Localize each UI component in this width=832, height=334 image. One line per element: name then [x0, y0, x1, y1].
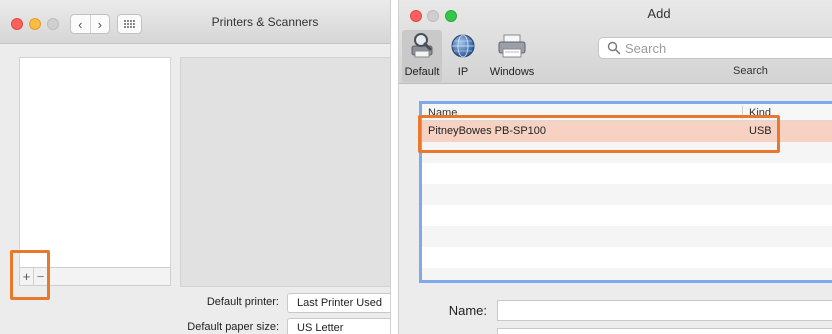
default-paper-row: Default paper size: US Letter: [0, 318, 390, 334]
chevron-right-icon: ›: [97, 16, 102, 32]
title-bar: ‹ › Printers & Scanners: [0, 0, 390, 44]
show-all-button[interactable]: [117, 14, 142, 34]
close-button[interactable]: [11, 18, 23, 30]
tab-default-label: Default: [404, 66, 440, 78]
default-printer-icon: [405, 30, 439, 62]
search-label: Search: [733, 65, 768, 77]
next-field-row: [399, 328, 832, 334]
minimize-button[interactable]: [427, 10, 439, 22]
name-field-row: Name:: [399, 300, 832, 322]
chevron-left-icon: ‹: [78, 16, 83, 32]
search-icon: [607, 41, 621, 55]
search-input[interactable]: [625, 40, 825, 56]
back-button[interactable]: ‹: [71, 15, 90, 33]
tab-windows-label: Windows: [489, 66, 535, 78]
add-window-toolbar: Add Default IP Windows Search Search: [399, 0, 832, 84]
zoom-button[interactable]: [47, 18, 59, 30]
table-row: [422, 268, 832, 280]
printers-scanners-window: ‹ › Printers & Scanners + − Default prin…: [0, 0, 391, 334]
location-field[interactable]: [497, 328, 832, 334]
globe-icon: [446, 30, 480, 62]
minimize-button[interactable]: [29, 18, 41, 30]
default-printer-row: Default printer: Last Printer Used: [0, 293, 390, 313]
zoom-button[interactable]: [445, 10, 457, 22]
selected-printer-highlight: [418, 115, 780, 153]
table-row: [422, 205, 832, 226]
grid-icon: [124, 20, 135, 28]
tab-default[interactable]: Default: [402, 30, 442, 82]
tab-windows[interactable]: Windows: [484, 30, 540, 82]
close-button[interactable]: [410, 10, 422, 22]
window-title: Printers & Scanners: [211, 15, 319, 29]
nav-buttons: ‹ ›: [70, 14, 110, 34]
table-row: [422, 226, 832, 247]
add-button-highlight: [10, 250, 50, 300]
table-row: [422, 184, 832, 205]
default-paper-select[interactable]: US Letter: [287, 318, 390, 334]
name-field[interactable]: [497, 300, 832, 321]
default-paper-label: Default paper size:: [187, 321, 279, 333]
search-box[interactable]: [598, 37, 832, 59]
tab-ip-label: IP: [457, 66, 469, 78]
printer-list[interactable]: [19, 57, 171, 268]
default-printer-select[interactable]: Last Printer Used: [287, 293, 390, 313]
table-row: [422, 247, 832, 268]
tab-ip[interactable]: IP: [443, 30, 483, 82]
name-label: Name:: [448, 303, 487, 318]
table-row: [422, 163, 832, 184]
windows-printer-icon: [495, 30, 529, 62]
window-title: Add: [647, 6, 671, 21]
default-printer-label: Default printer:: [206, 296, 279, 308]
forward-button[interactable]: ›: [89, 15, 110, 33]
printer-detail-pane: [180, 57, 390, 287]
add-printer-window: Add Default IP Windows Search Search Nam…: [398, 0, 832, 334]
